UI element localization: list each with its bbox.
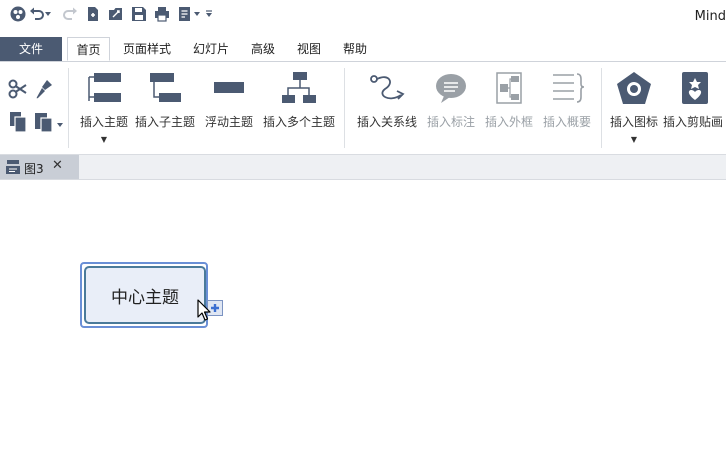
tab-help[interactable]: 帮助 — [336, 37, 374, 61]
ribbon-separator — [601, 68, 602, 148]
insert-clipart-button[interactable]: 插入剪贴画 — [663, 70, 726, 130]
insert-callout-button[interactable]: 插入标注 — [425, 70, 477, 130]
insert-summary-label: 插入概要 — [542, 115, 591, 129]
new-icon[interactable] — [83, 4, 103, 24]
tab-file[interactable]: 文件 — [0, 37, 62, 61]
tab-page-style[interactable]: 页面样式 — [118, 37, 176, 61]
tab-slides[interactable]: 幻灯片 — [186, 37, 236, 61]
tab-home[interactable]: 首页 — [67, 37, 110, 61]
tab-advanced[interactable]: 高级 — [244, 37, 282, 61]
summary-icon — [541, 70, 593, 106]
document-tab-bar: 图3 ✕ — [0, 155, 726, 180]
insert-callout-label: 插入标注 — [426, 115, 475, 129]
menu-tab-bar: 文件 首页 页面样式 幻灯片 高级 视图 帮助 — [0, 37, 726, 62]
insert-clipart-label: 插入剪贴画 — [663, 115, 724, 129]
floating-topic-label: 浮动主题 — [204, 115, 253, 129]
floating-topic-button[interactable]: 浮动主题 — [202, 70, 256, 130]
insert-subtopic-button[interactable]: 插入子主题 — [133, 70, 197, 130]
insert-topic-button[interactable]: 插入主题 ▼ — [77, 70, 131, 144]
app-logo-icon[interactable] — [8, 4, 28, 24]
customize-icon[interactable] — [202, 4, 216, 24]
insert-subtopic-icon — [133, 70, 197, 106]
save-icon[interactable] — [129, 4, 149, 24]
relationship-line-icon — [355, 70, 419, 106]
document-tab[interactable]: 图3 ✕ — [0, 155, 79, 179]
insert-icon-label: 插入图标 — [609, 115, 658, 129]
insert-icon-icon — [607, 70, 661, 106]
floating-topic-icon — [202, 70, 256, 106]
insert-topic-icon — [77, 70, 131, 106]
close-icon[interactable]: ✕ — [52, 158, 63, 173]
ribbon: 插入主题 ▼ 插入子主题 浮动主题 插入多个主题 插入关系线 插入标注 插入外框… — [0, 62, 726, 155]
insert-icon-dropdown-icon[interactable]: ▼ — [607, 135, 661, 144]
paste-dropdown-icon[interactable] — [56, 118, 64, 132]
insert-multiple-topics-label: 插入多个主题 — [262, 115, 335, 129]
print-icon[interactable] — [152, 4, 172, 24]
cut-icon[interactable] — [8, 78, 28, 103]
copy-icon[interactable] — [8, 110, 28, 137]
undo-dropdown-icon[interactable] — [42, 4, 54, 24]
ribbon-separator — [68, 68, 69, 148]
central-topic[interactable]: 中心主题 — [84, 266, 206, 324]
callout-icon — [425, 70, 477, 106]
insert-topic-dropdown-icon[interactable]: ▼ — [77, 135, 131, 144]
tab-view[interactable]: 视图 — [290, 37, 328, 61]
insert-boundary-label: 插入外框 — [484, 115, 533, 129]
insert-summary-button[interactable]: 插入概要 — [541, 70, 593, 130]
insert-multiple-topics-icon — [262, 70, 336, 106]
boundary-icon — [483, 70, 535, 106]
document-tab-label: 图3 — [24, 162, 44, 176]
app-title: Mind — [694, 9, 726, 24]
insert-relationship-label: 插入关系线 — [356, 115, 417, 129]
insert-relationship-button[interactable]: 插入关系线 — [355, 70, 419, 130]
ribbon-separator — [344, 68, 345, 148]
mouse-cursor-icon — [197, 299, 211, 326]
open-icon[interactable] — [106, 4, 126, 24]
title-bar: Mind — [0, 0, 726, 36]
redo-icon[interactable] — [60, 4, 80, 24]
mindmap-doc-icon — [5, 159, 21, 178]
insert-icon-button[interactable]: 插入图标 ▼ — [607, 70, 661, 144]
insert-clipart-icon — [663, 70, 726, 106]
paste-icon[interactable] — [34, 110, 54, 137]
insert-boundary-button[interactable]: 插入外框 — [483, 70, 535, 130]
insert-subtopic-label: 插入子主题 — [134, 115, 195, 129]
insert-multiple-topics-button[interactable]: 插入多个主题 — [262, 70, 336, 130]
insert-topic-label: 插入主题 — [79, 115, 128, 129]
format-painter-icon[interactable] — [34, 78, 54, 103]
